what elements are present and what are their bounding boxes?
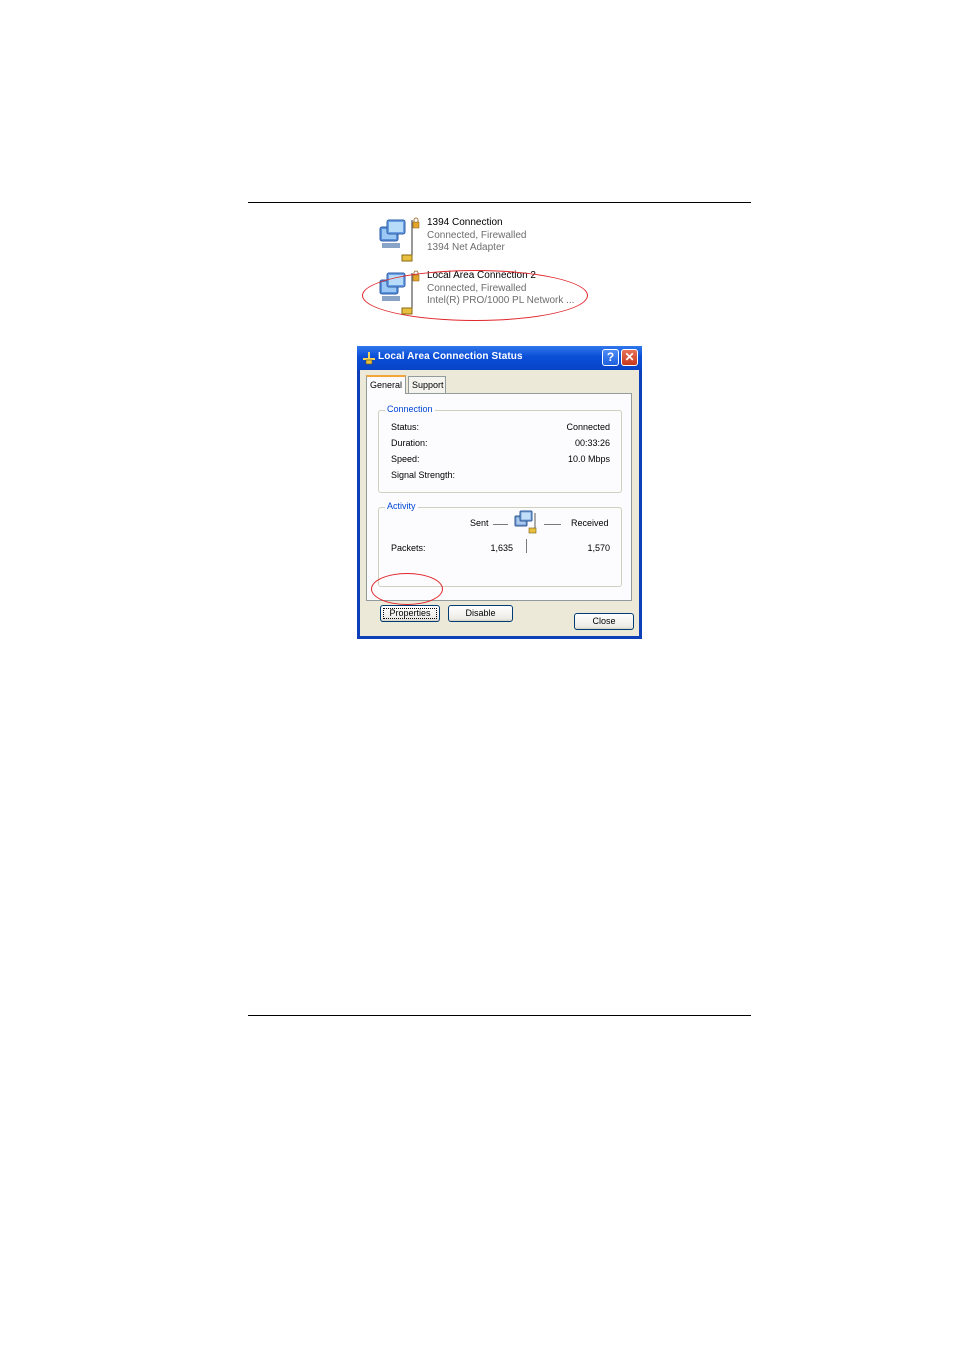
disable-button[interactable]: Disable	[448, 605, 513, 622]
packets-sent-value: 1,635	[490, 543, 513, 553]
sent-line	[493, 524, 508, 525]
speed-label: Speed:	[391, 454, 420, 464]
sent-label: Sent	[470, 518, 489, 528]
highlight-ellipse-properties	[371, 573, 443, 605]
properties-button[interactable]: Properties	[380, 605, 440, 622]
duration-label: Duration:	[391, 438, 428, 448]
help-icon: ?	[606, 350, 615, 364]
bottom-rule	[248, 1015, 751, 1016]
dialog-network-icon	[363, 352, 375, 365]
tab-support[interactable]: Support	[408, 376, 446, 393]
tab-general[interactable]: General	[366, 375, 406, 394]
title-bar[interactable]: Local Area Connection Status ? ✕	[357, 346, 642, 370]
title-close-button[interactable]: ✕	[621, 349, 638, 366]
packets-received-value: 1,570	[587, 543, 610, 553]
dialog-title: Local Area Connection Status	[378, 351, 523, 362]
activity-group-legend: Activity	[385, 501, 418, 511]
signal-strength-label: Signal Strength:	[391, 470, 456, 480]
close-button[interactable]: Close	[574, 613, 634, 630]
activity-computers-icon	[514, 510, 537, 534]
connection-group: Connection Status: Connected Duration: 0…	[378, 404, 622, 493]
status-label: Status:	[391, 422, 420, 432]
duration-value: 00:33:26	[574, 438, 610, 448]
received-line	[544, 524, 561, 525]
connection-device: 1394 Net Adapter	[427, 242, 505, 253]
connection-text: 1394 Connection Connected, Firewalled 13…	[427, 217, 527, 255]
top-rule	[248, 202, 751, 203]
close-icon: ✕	[624, 350, 635, 364]
highlight-ellipse-connection	[362, 270, 588, 321]
connection-status: Connected, Firewalled	[427, 229, 527, 241]
help-button[interactable]: ?	[602, 349, 619, 366]
speed-value: 10.0 Mbps	[567, 454, 610, 464]
connection-name: 1394 Connection	[427, 217, 503, 228]
disable-button-label: Disable	[465, 608, 496, 618]
general-tab-panel: Connection Status: Connected Duration: 0…	[366, 393, 632, 622]
connection-group-legend: Connection	[385, 404, 435, 414]
status-value: Connected	[566, 422, 610, 432]
packets-label: Packets:	[391, 543, 426, 553]
connection-item-1394[interactable]: 1394 Connection Connected, Firewalled 13…	[376, 217, 606, 267]
close-button-label: Close	[592, 616, 616, 626]
network-connection-icon	[379, 217, 420, 262]
received-label: Received	[571, 518, 609, 528]
properties-button-label: Properties	[389, 608, 431, 618]
activity-divider	[526, 539, 527, 553]
lock-icon	[412, 217, 420, 229]
